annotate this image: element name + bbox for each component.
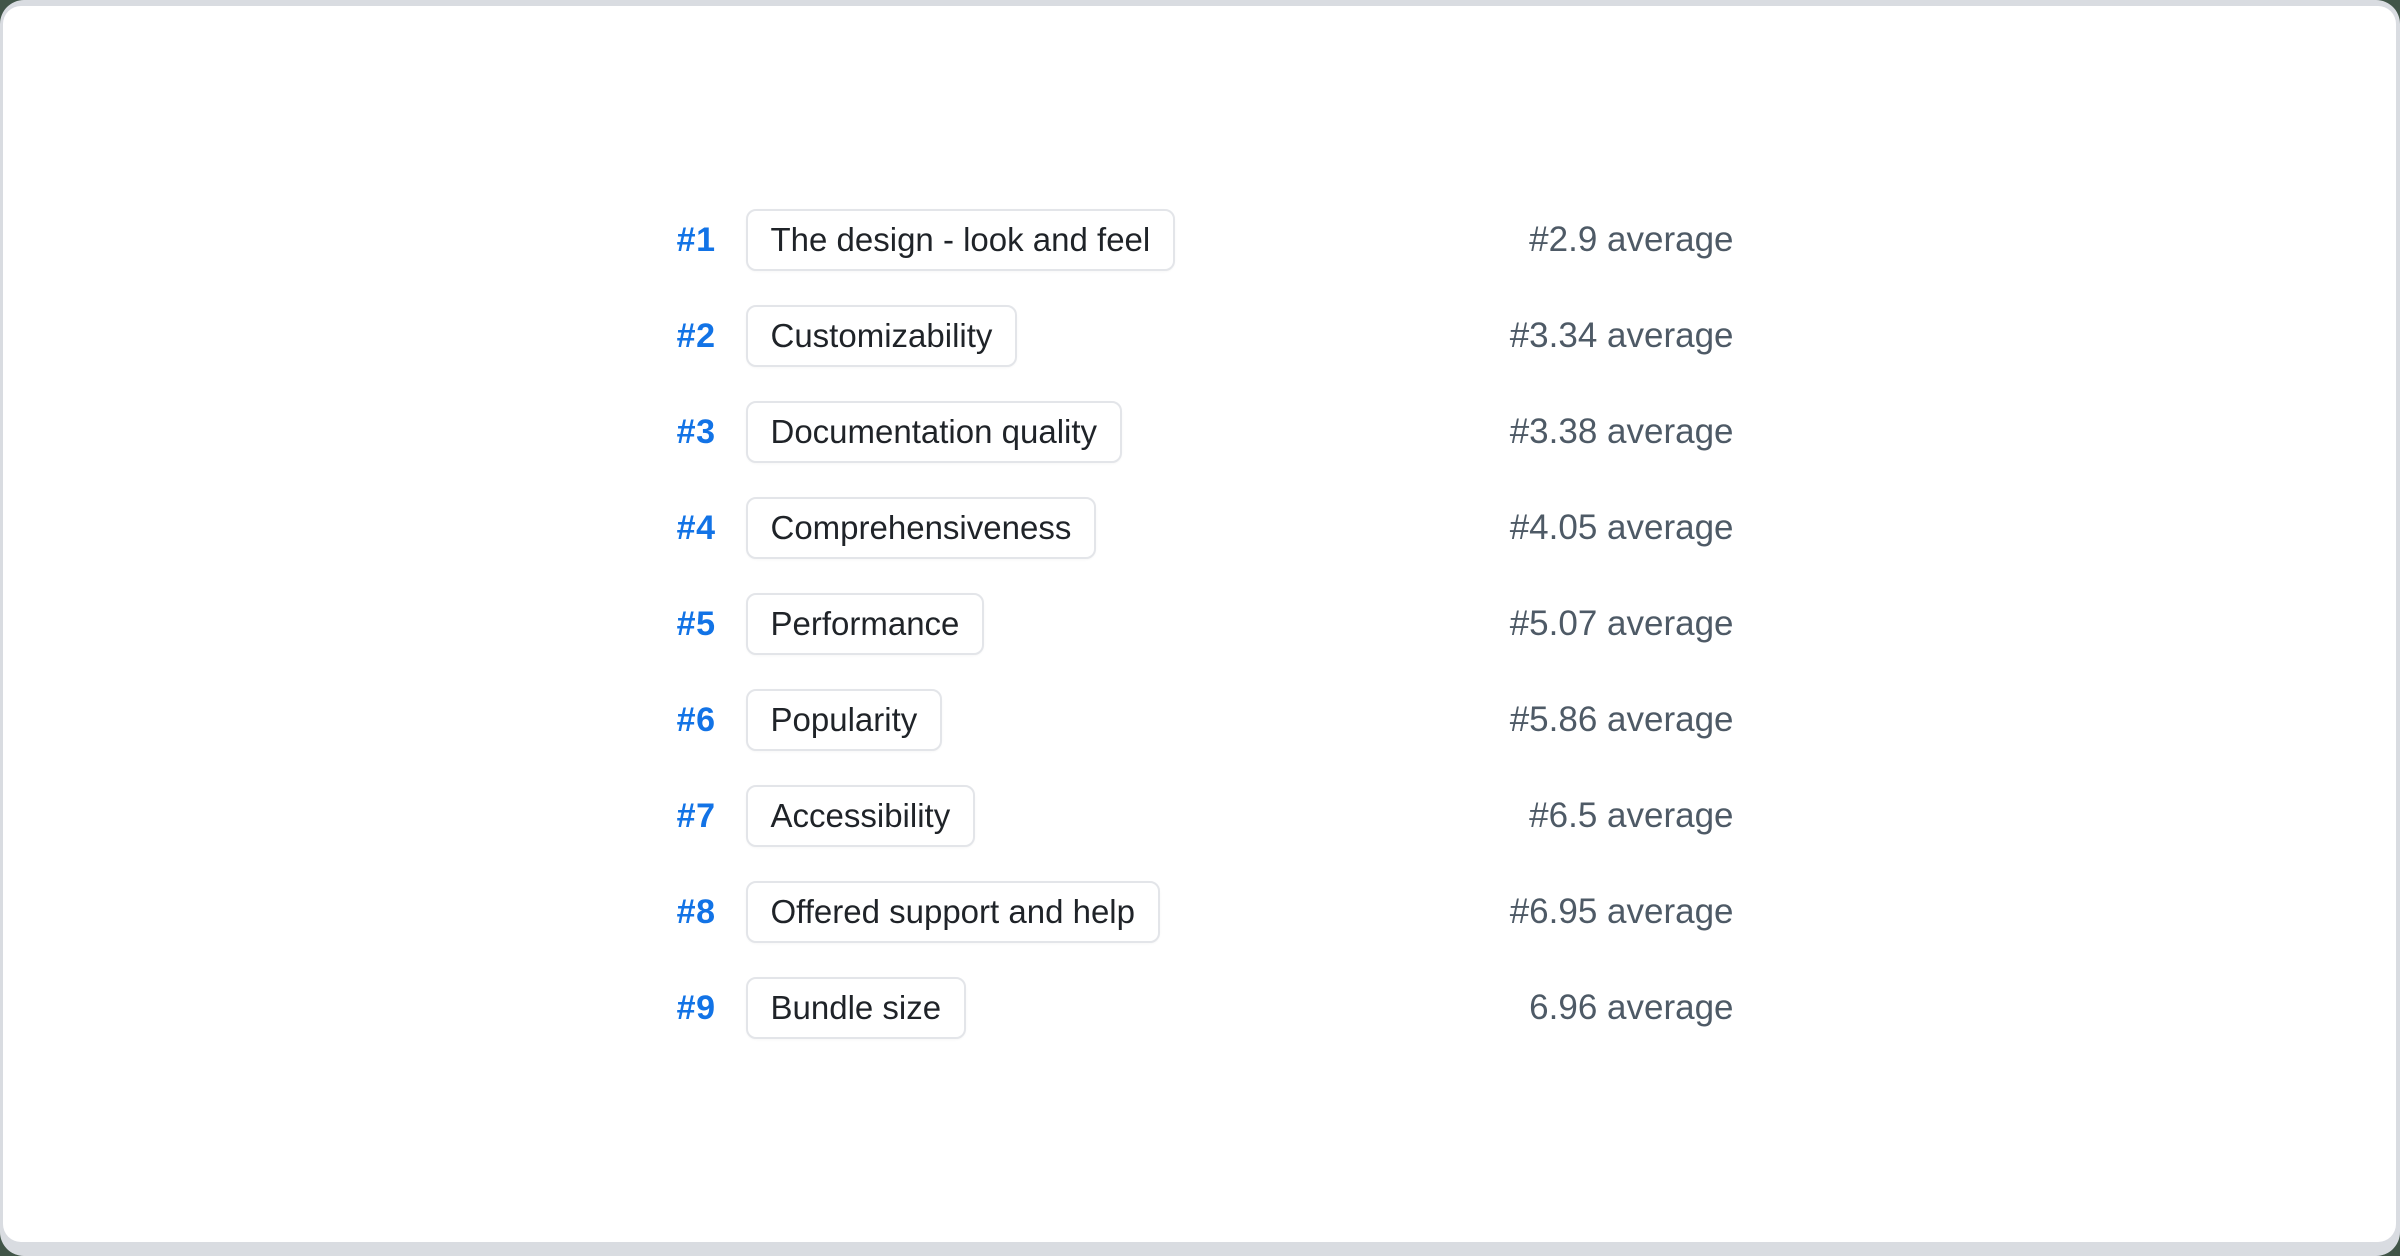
- average-score: #2.9 average: [1529, 220, 1733, 260]
- option-chip: Customizability: [746, 305, 1018, 367]
- average-score: #3.34 average: [1510, 316, 1734, 356]
- results-card: #1 The design - look and feel #2.9 avera…: [3, 6, 2396, 1242]
- average-score: #4.05 average: [1510, 508, 1734, 548]
- option-label: Comprehensiveness: [771, 509, 1072, 547]
- option-label: Documentation quality: [771, 413, 1098, 451]
- rank-number: #7: [666, 797, 716, 836]
- ranking-row: #4 Comprehensiveness #4.05 average: [666, 480, 1734, 576]
- ranking-row: #6 Popularity #5.86 average: [666, 672, 1734, 768]
- screenshot-frame: #1 The design - look and feel #2.9 avera…: [0, 0, 2400, 1256]
- ranking-list: #1 The design - look and feel #2.9 avera…: [3, 6, 2396, 1242]
- rank-number: #9: [666, 989, 716, 1028]
- rank-number: #6: [666, 701, 716, 740]
- rank-number: #2: [666, 317, 716, 356]
- average-score: #6.95 average: [1510, 892, 1734, 932]
- rank-number: #1: [666, 221, 716, 260]
- ranking-row: #1 The design - look and feel #2.9 avera…: [666, 192, 1734, 288]
- option-chip: Offered support and help: [746, 881, 1160, 943]
- option-label: Accessibility: [771, 797, 951, 835]
- average-score: #3.38 average: [1510, 412, 1734, 452]
- ranking-row: #7 Accessibility #6.5 average: [666, 768, 1734, 864]
- option-label: Customizability: [771, 317, 993, 355]
- option-label: Popularity: [771, 701, 918, 739]
- option-chip: Performance: [746, 593, 985, 655]
- option-chip: Comprehensiveness: [746, 497, 1097, 559]
- option-chip: Bundle size: [746, 977, 967, 1039]
- ranking-row: #5 Performance #5.07 average: [666, 576, 1734, 672]
- ranking-row: #9 Bundle size 6.96 average: [666, 960, 1734, 1056]
- option-chip: The design - look and feel: [746, 209, 1176, 271]
- option-label: Performance: [771, 605, 960, 643]
- option-chip: Accessibility: [746, 785, 976, 847]
- option-label: Offered support and help: [771, 893, 1135, 931]
- average-score: #5.07 average: [1510, 604, 1734, 644]
- ranking-row: #3 Documentation quality #3.38 average: [666, 384, 1734, 480]
- average-score: #5.86 average: [1510, 700, 1734, 740]
- option-chip: Popularity: [746, 689, 943, 751]
- ranking-row: #2 Customizability #3.34 average: [666, 288, 1734, 384]
- option-chip: Documentation quality: [746, 401, 1123, 463]
- average-score: 6.96 average: [1529, 988, 1733, 1028]
- rank-number: #8: [666, 893, 716, 932]
- rank-number: #3: [666, 413, 716, 452]
- option-label: The design - look and feel: [771, 221, 1151, 259]
- rank-number: #5: [666, 605, 716, 644]
- average-score: #6.5 average: [1529, 796, 1733, 836]
- ranking-row: #8 Offered support and help #6.95 averag…: [666, 864, 1734, 960]
- option-label: Bundle size: [771, 989, 942, 1027]
- rank-number: #4: [666, 509, 716, 548]
